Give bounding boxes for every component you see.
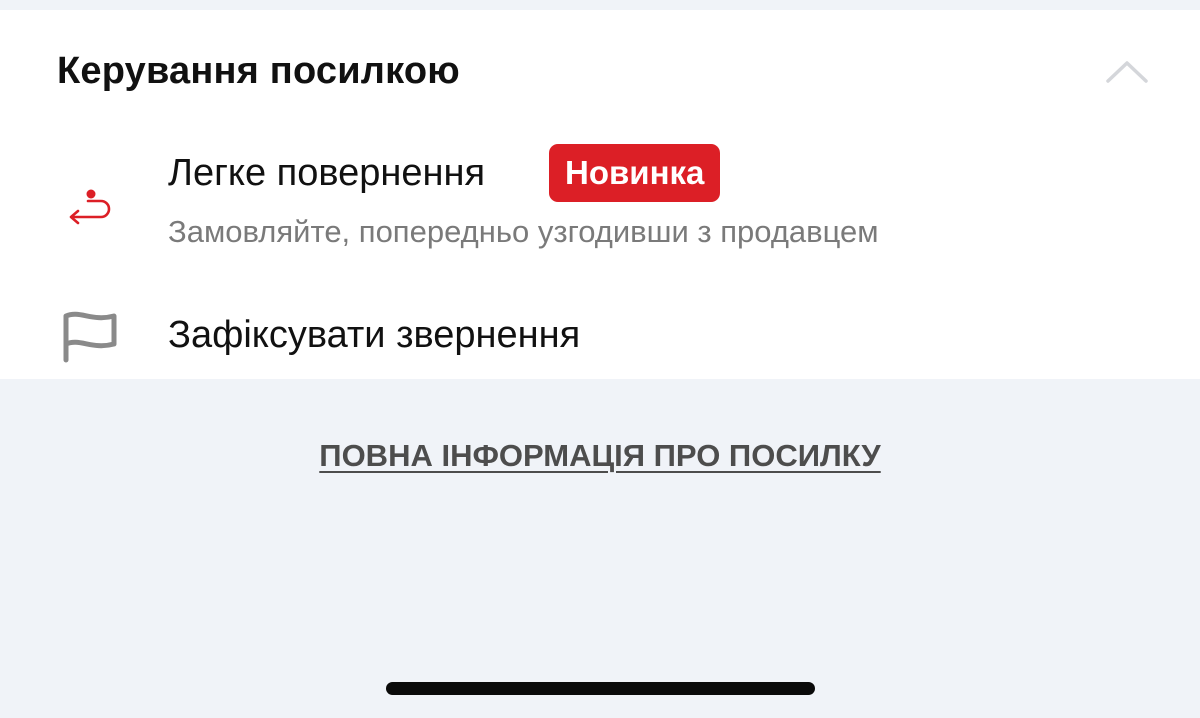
parcel-management-card: Керування посилкою Легке повернення Нови… <box>0 10 1200 379</box>
report-issue-title: Зафіксувати звернення <box>168 314 581 356</box>
full-parcel-info-link[interactable]: ПОВНА ІНФОРМАЦІЯ ПРО ПОСИЛКУ <box>0 438 1200 474</box>
return-arrow-icon <box>69 189 111 225</box>
new-badge: Новинка <box>549 144 721 202</box>
flag-icon <box>63 311 117 363</box>
home-indicator[interactable] <box>386 682 815 695</box>
report-issue-item[interactable]: Зафіксувати звернення <box>0 276 1200 376</box>
easy-return-subtitle: Замовляйте, попередньо узгодивши з прода… <box>168 214 879 249</box>
top-divider <box>0 0 1200 10</box>
easy-return-item[interactable]: Легке повернення Новинка Замовляйте, поп… <box>0 130 1200 270</box>
section-title: Керування посилкою <box>57 50 460 92</box>
easy-return-title: Легке повернення <box>168 152 486 194</box>
chevron-up-icon[interactable] <box>1100 55 1154 85</box>
